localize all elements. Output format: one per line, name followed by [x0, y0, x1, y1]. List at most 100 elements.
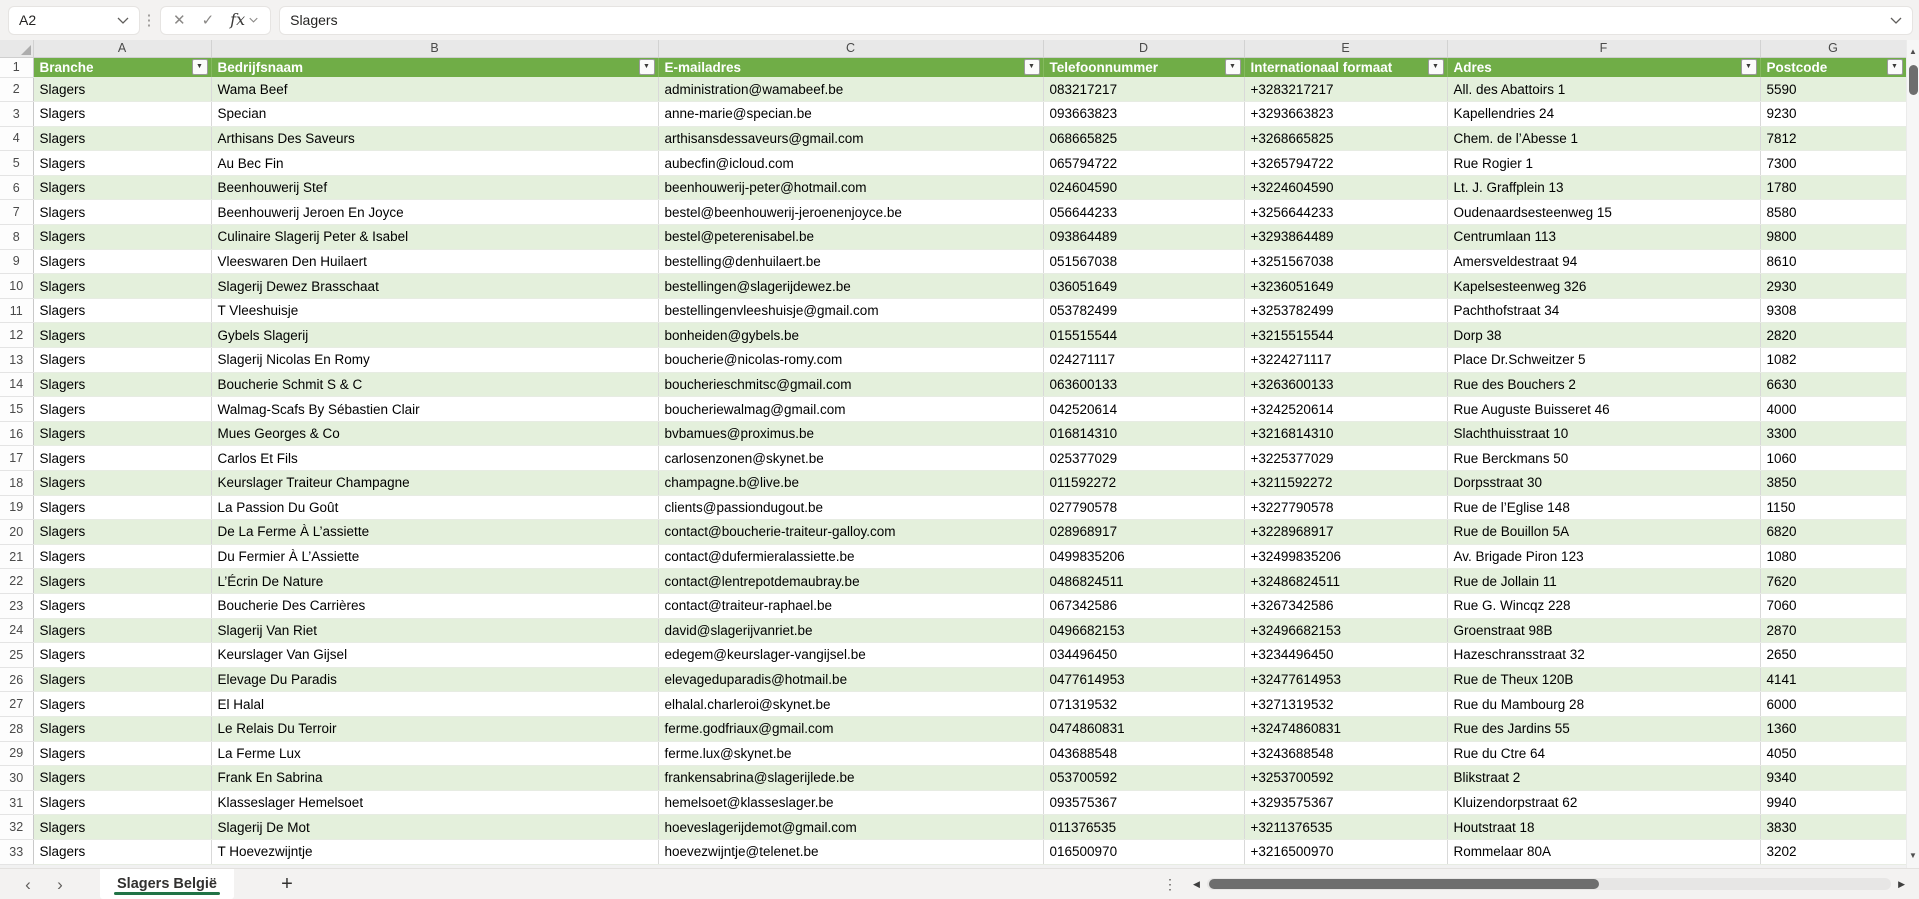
- cell[interactable]: Lt. J. Graffplein 13: [1447, 175, 1761, 201]
- filter-dropdown-icon[interactable]: ▼: [638, 59, 655, 76]
- cell[interactable]: Walmag-Scafs By Sébastien Clair: [211, 396, 659, 422]
- cell[interactable]: 2870: [1760, 618, 1907, 644]
- cell[interactable]: 1060: [1760, 445, 1907, 471]
- cell[interactable]: 016500970: [1043, 839, 1245, 865]
- cell[interactable]: Boucherie Des Carrières: [211, 593, 659, 619]
- cell[interactable]: arthisansdessaveurs@gmail.com: [658, 126, 1044, 152]
- cell[interactable]: 053782499: [1043, 298, 1245, 324]
- filter-dropdown-icon[interactable]: ▼: [191, 59, 208, 76]
- cell[interactable]: T Hoevezwijntje: [211, 839, 659, 865]
- filter-dropdown-icon[interactable]: ▼: [1427, 59, 1444, 76]
- cell[interactable]: carlosenzonen@skynet.be: [658, 445, 1044, 471]
- formula-bar-input[interactable]: Slagers: [279, 5, 1913, 35]
- cell[interactable]: De La Ferme À L’assiette: [211, 519, 659, 545]
- cell[interactable]: 068665825: [1043, 126, 1245, 152]
- cell[interactable]: Rue du Ctre 64: [1447, 741, 1761, 767]
- confirm-entry-icon[interactable]: ✓: [202, 13, 215, 28]
- cell[interactable]: Rue G. Wincqz 228: [1447, 593, 1761, 619]
- cell[interactable]: Slagers: [33, 175, 212, 201]
- cell[interactable]: ferme.lux@skynet.be: [658, 741, 1044, 767]
- next-sheet-button[interactable]: ›: [44, 876, 76, 893]
- cell[interactable]: Slagers: [33, 642, 212, 668]
- cell[interactable]: bonheiden@gybels.be: [658, 322, 1044, 349]
- cell[interactable]: Slagers: [33, 839, 212, 865]
- cell[interactable]: +3263600133: [1244, 372, 1448, 398]
- cell[interactable]: Slagers: [33, 372, 212, 398]
- scroll-right-icon[interactable]: ▶: [1898, 879, 1905, 889]
- column-header-a[interactable]: A: [33, 40, 212, 58]
- cell[interactable]: Kluizendorpstraat 62: [1447, 790, 1761, 816]
- cell[interactable]: +32477614953: [1244, 667, 1448, 693]
- row-number[interactable]: 12: [0, 322, 34, 349]
- cell[interactable]: 7060: [1760, 593, 1907, 619]
- row-number[interactable]: 33: [0, 839, 34, 865]
- cell[interactable]: 1082: [1760, 347, 1907, 373]
- cell[interactable]: 056644233: [1043, 199, 1245, 226]
- cell[interactable]: 042520614: [1043, 396, 1245, 422]
- cell[interactable]: Slagerij Nicolas En Romy: [211, 347, 659, 373]
- cell[interactable]: Av. Brigade Piron 123: [1447, 544, 1761, 570]
- cell[interactable]: Slagerij Van Riet: [211, 618, 659, 644]
- cell[interactable]: +3293575367: [1244, 790, 1448, 816]
- cell[interactable]: Slagers: [33, 544, 212, 570]
- row-number[interactable]: 5: [0, 150, 34, 176]
- cell[interactable]: Hazeschransstraat 32: [1447, 642, 1761, 668]
- cell[interactable]: +3243688548: [1244, 741, 1448, 767]
- cell[interactable]: 3300: [1760, 421, 1907, 447]
- cell[interactable]: Kapelsesteenweg 326: [1447, 273, 1761, 299]
- cell[interactable]: Arthisans Des Saveurs: [211, 126, 659, 152]
- cell[interactable]: Gybels Slagerij: [211, 322, 659, 349]
- cell[interactable]: Keurslager Van Gijsel: [211, 642, 659, 668]
- cell[interactable]: Specian: [211, 101, 659, 127]
- cell[interactable]: 4000: [1760, 396, 1907, 422]
- cell[interactable]: clients@passiondugout.be: [658, 495, 1044, 521]
- cell[interactable]: 9340: [1760, 765, 1907, 791]
- tab-options-icon[interactable]: ⋮: [1163, 876, 1177, 893]
- cell[interactable]: 1780: [1760, 175, 1907, 201]
- cell[interactable]: bestel@beenhouwerij-jeroenenjoyce.be: [658, 199, 1044, 226]
- cell[interactable]: T Vleeshuisje: [211, 298, 659, 324]
- cell[interactable]: +3256644233: [1244, 199, 1448, 226]
- cell[interactable]: +32496682153: [1244, 618, 1448, 644]
- cell[interactable]: +3283217217: [1244, 77, 1448, 103]
- cell[interactable]: Dorpsstraat 30: [1447, 470, 1761, 496]
- cell[interactable]: Slagers: [33, 150, 212, 176]
- column-header-g[interactable]: G: [1760, 40, 1907, 58]
- row-number[interactable]: 19: [0, 495, 34, 521]
- cell[interactable]: 6630: [1760, 372, 1907, 398]
- cell[interactable]: hemelsoet@klasseslager.be: [658, 790, 1044, 816]
- cell[interactable]: Slagers: [33, 568, 212, 594]
- cell[interactable]: hoevezwijntje@telenet.be: [658, 839, 1044, 865]
- header-cell-postcode[interactable]: Postcode ▼: [1760, 57, 1907, 77]
- name-box[interactable]: A2: [8, 5, 140, 35]
- row-number[interactable]: 11: [0, 298, 34, 324]
- cell[interactable]: 034496450: [1043, 642, 1245, 668]
- row-number[interactable]: 14: [0, 372, 34, 398]
- cell[interactable]: 1080: [1760, 544, 1907, 570]
- sheet-tab-slagers-belgie[interactable]: Slagers België: [100, 869, 234, 899]
- cell[interactable]: Beenhouwerij Jeroen En Joyce: [211, 199, 659, 226]
- cell[interactable]: 3850: [1760, 470, 1907, 496]
- cell[interactable]: 7812: [1760, 126, 1907, 152]
- cell[interactable]: Rue Rogier 1: [1447, 150, 1761, 176]
- cell[interactable]: Slagers: [33, 618, 212, 644]
- cell[interactable]: contact@boucherie-traiteur-galloy.com: [658, 519, 1044, 545]
- cell[interactable]: Le Relais Du Terroir: [211, 716, 659, 742]
- row-number[interactable]: 13: [0, 347, 34, 373]
- cell[interactable]: +32486824511: [1244, 568, 1448, 594]
- vertical-scrollbar-thumb[interactable]: [1908, 65, 1918, 95]
- cell[interactable]: Slagers: [33, 126, 212, 152]
- cell[interactable]: edegem@keurslager-vangijsel.be: [658, 642, 1044, 668]
- cell[interactable]: Slagerij Dewez Brasschaat: [211, 273, 659, 299]
- cell[interactable]: La Ferme Lux: [211, 741, 659, 767]
- cell[interactable]: 067342586: [1043, 593, 1245, 619]
- cell[interactable]: Vleeswaren Den Huilaert: [211, 249, 659, 275]
- cell[interactable]: 036051649: [1043, 273, 1245, 299]
- cell[interactable]: 015515544: [1043, 322, 1245, 349]
- cell[interactable]: 4050: [1760, 741, 1907, 767]
- cell[interactable]: Mues Georges & Co: [211, 421, 659, 447]
- cell[interactable]: contact@lentrepotdemaubray.be: [658, 568, 1044, 594]
- cell[interactable]: 043688548: [1043, 741, 1245, 767]
- cell[interactable]: 9800: [1760, 224, 1907, 250]
- cell[interactable]: 9308: [1760, 298, 1907, 324]
